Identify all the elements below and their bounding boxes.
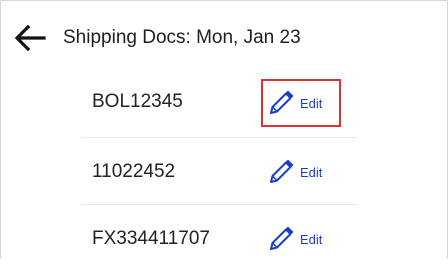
header: Shipping Docs: Mon, Jan 23 — [1, 1, 447, 71]
edit-label: Edit — [300, 231, 323, 247]
edit-button[interactable]: Edit — [267, 225, 322, 253]
pencil-icon — [270, 226, 294, 250]
list-item: FX334411707 Edit — [1, 205, 447, 273]
doc-id: FX334411707 — [92, 228, 210, 249]
pencil-icon — [270, 159, 294, 183]
list-item: 11022452 Edit — [1, 138, 447, 206]
list-item: BOL12345 Edit — [1, 71, 447, 139]
edit-button[interactable]: Edit — [267, 158, 322, 186]
highlight-box — [261, 79, 341, 127]
back-button[interactable] — [13, 21, 47, 55]
doc-id: 11022452 — [92, 161, 176, 182]
edit-label: Edit — [300, 164, 323, 180]
app-frame: Shipping Docs: Mon, Jan 23 BOL12345 Edit… — [0, 0, 448, 259]
arrow-left-icon — [14, 25, 46, 51]
page-title: Shipping Docs: Mon, Jan 23 — [63, 27, 301, 48]
doc-id: BOL12345 — [92, 91, 183, 112]
